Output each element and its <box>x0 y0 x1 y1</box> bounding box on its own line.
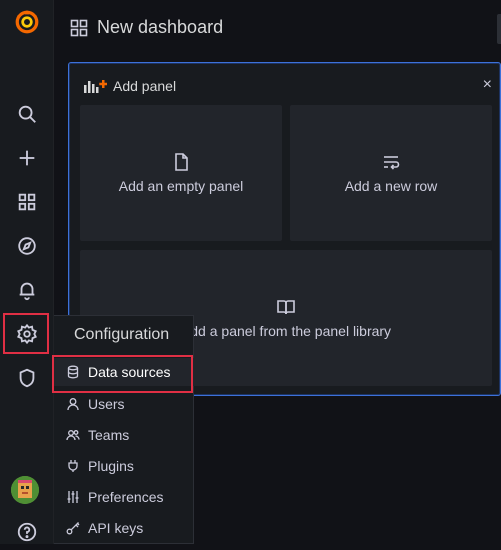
key-icon <box>66 522 80 535</box>
user-icon <box>67 398 79 411</box>
add-panel-title: Add panel <box>113 78 177 94</box>
menu-item-api-keys[interactable]: API keys <box>54 514 194 542</box>
menu-item-label: Users <box>88 396 125 412</box>
file-blank-icon <box>175 153 188 171</box>
wrap-text-icon <box>384 156 400 170</box>
avatar[interactable] <box>11 476 39 504</box>
apps-icon[interactable] <box>0 184 53 220</box>
close-icon[interactable]: × <box>483 77 492 93</box>
configuration-menu-header[interactable]: Configuration <box>74 326 169 344</box>
question-circle-icon[interactable] <box>0 514 53 550</box>
add-empty-panel-label: Add an empty panel <box>118 178 244 194</box>
cog-icon[interactable] <box>0 316 53 352</box>
page-title[interactable]: New dashboard <box>97 17 223 38</box>
add-library-panel-label: Add a panel from the panel library <box>180 323 392 339</box>
users-alt-icon <box>66 430 80 441</box>
sliders-icon <box>67 491 79 503</box>
dashboard-grid-icon <box>70 19 88 37</box>
add-empty-panel-button[interactable]: Add an empty panel <box>80 105 282 241</box>
bell-icon[interactable] <box>0 272 53 308</box>
sidebar <box>0 0 54 544</box>
compass-icon[interactable] <box>0 228 53 264</box>
menu-item-preferences[interactable]: Preferences <box>54 483 194 511</box>
configuration-menu: Configuration Data sources Users Teams P… <box>54 315 194 544</box>
search-icon[interactable] <box>0 96 53 132</box>
menu-item-label: Preferences <box>88 489 164 505</box>
book-open-icon <box>277 300 295 315</box>
plus-icon[interactable] <box>0 140 53 176</box>
add-new-row-label: Add a new row <box>344 178 438 194</box>
menu-item-label: API keys <box>88 520 144 536</box>
menu-item-teams[interactable]: Teams <box>54 421 194 449</box>
add-panel-icon <box>84 80 107 93</box>
menu-item-label: Plugins <box>88 458 134 474</box>
toolbar-edge <box>497 14 501 44</box>
shield-icon[interactable] <box>0 360 53 396</box>
add-panel-header: Add panel <box>83 77 176 95</box>
database-icon <box>67 365 79 379</box>
grafana-logo-icon[interactable] <box>0 4 53 40</box>
add-new-row-button[interactable]: Add a new row <box>290 105 492 241</box>
menu-item-data-sources[interactable]: Data sources <box>54 358 194 386</box>
menu-item-label: Teams <box>88 427 130 443</box>
menu-item-label: Data sources <box>88 364 171 380</box>
top-bar: New dashboard <box>54 0 501 58</box>
plug-icon <box>68 460 78 472</box>
menu-item-plugins[interactable]: Plugins <box>54 452 194 480</box>
menu-item-users[interactable]: Users <box>54 390 194 418</box>
